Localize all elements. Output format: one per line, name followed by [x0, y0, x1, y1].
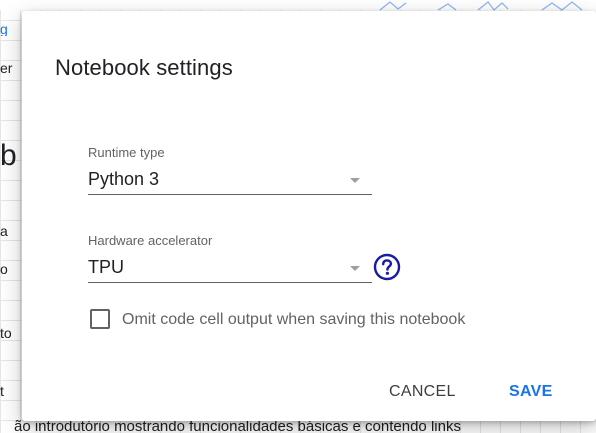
background-text-fragment: a — [0, 224, 8, 238]
hardware-accelerator-select[interactable]: TPU — [88, 255, 372, 283]
hardware-accelerator-value: TPU — [88, 257, 124, 277]
hardware-accelerator-label: Hardware accelerator — [88, 233, 213, 248]
background-text-fragment: er — [0, 61, 13, 75]
runtime-type-value: Python 3 — [88, 169, 160, 189]
background-text-fragment: t — [0, 384, 4, 398]
hardware-accelerator-field: Hardware accelerator TPU — [88, 233, 372, 283]
omit-output-label[interactable]: Omit code cell output when saving this n… — [122, 310, 465, 330]
background-text-fragment: o — [0, 262, 8, 276]
save-button[interactable]: SAVE — [509, 380, 553, 404]
background-heading-fragment: b — [0, 141, 17, 171]
background-text-fragment: to — [0, 326, 12, 340]
runtime-type-field: Runtime type Python 3 — [88, 145, 372, 195]
dialog-title: Notebook settings — [55, 55, 233, 80]
omit-output-checkbox[interactable] — [90, 309, 110, 329]
help-circle-icon[interactable] — [373, 253, 401, 281]
background-link-fragment: g — [0, 22, 8, 36]
notebook-settings-dialog: Notebook settings Runtime type Python 3 … — [22, 11, 596, 421]
dropdown-caret-icon — [350, 266, 360, 271]
dropdown-caret-icon — [350, 178, 360, 183]
cancel-button[interactable]: CANCEL — [389, 380, 456, 404]
background-bottom-text: ão introdutório mostrando funcionalidade… — [14, 419, 461, 433]
runtime-type-label: Runtime type — [88, 145, 165, 160]
runtime-type-select[interactable]: Python 3 — [88, 167, 372, 195]
